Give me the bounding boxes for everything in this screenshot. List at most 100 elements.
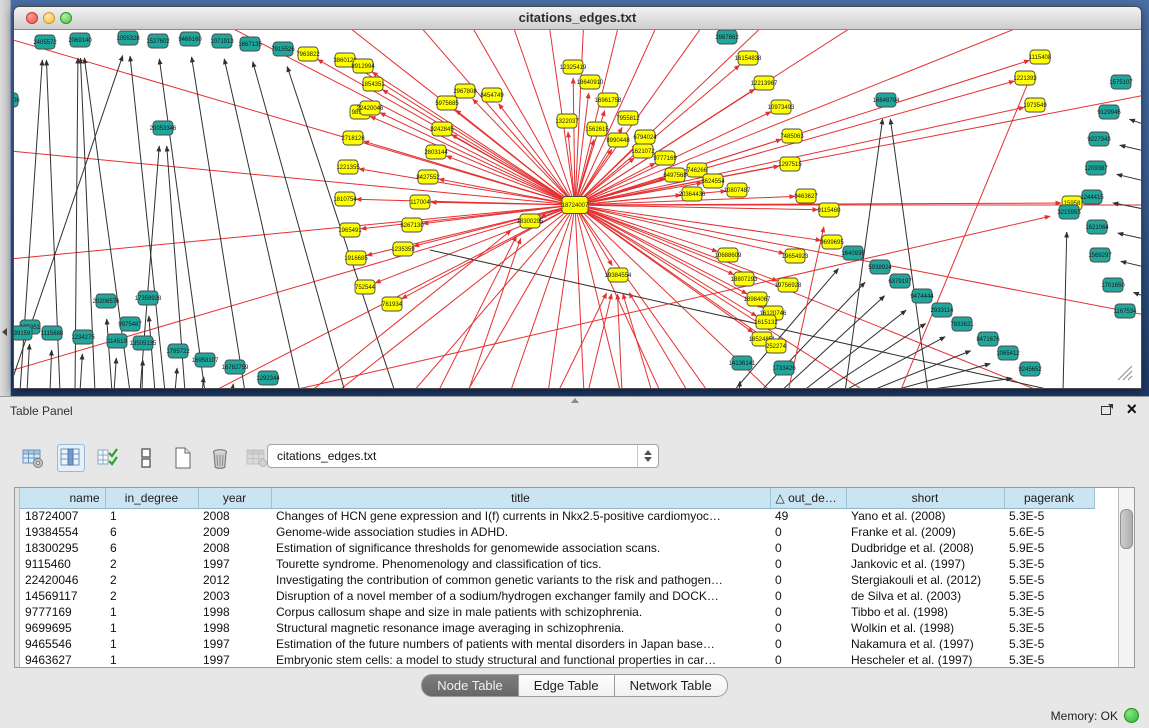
graph-node[interactable]: 39159 xyxy=(14,326,32,340)
graph-node[interactable]: 1916685 xyxy=(344,251,368,265)
tab-edge-table[interactable]: Edge Table xyxy=(519,674,615,697)
graph-node[interactable]: 1297515 xyxy=(778,157,802,171)
table-row[interactable]: 946554611997Estimation of the future num… xyxy=(20,636,1094,652)
new-table-icon[interactable] xyxy=(170,445,196,471)
column-header-title[interactable]: title xyxy=(271,488,770,508)
column-header-name[interactable]: name xyxy=(20,488,105,508)
row-height-icon[interactable] xyxy=(133,445,159,471)
graph-node[interactable]: 9474444 xyxy=(910,289,934,303)
graph-node[interactable]: 19384554 xyxy=(605,268,632,282)
graph-node[interactable]: 1733426 xyxy=(772,361,796,375)
graph-node[interactable]: 5938924 xyxy=(868,260,892,274)
table-row[interactable]: 1872400712008Changes of HCN gene express… xyxy=(20,508,1094,524)
graph-node[interactable]: 3215953 xyxy=(1057,205,1081,219)
column-header-short[interactable]: short xyxy=(846,488,1004,508)
graph-node[interactable]: 2718126 xyxy=(341,131,365,145)
graph-node[interactable]: 1640935 xyxy=(841,246,865,260)
graph-node[interactable]: 7955812 xyxy=(616,111,640,125)
graph-node[interactable]: 8454749 xyxy=(480,88,504,102)
graph-node[interactable]: 1527602 xyxy=(146,34,170,48)
graph-node[interactable]: 2987662 xyxy=(715,30,739,44)
graph-node[interactable]: 9227343 xyxy=(1087,132,1111,146)
graph-node[interactable]: 1221393 xyxy=(1013,71,1037,85)
graph-node[interactable]: 1854351 xyxy=(361,77,385,91)
collapse-arrow-icon[interactable] xyxy=(2,328,7,336)
graph-node[interactable]: 1973549 xyxy=(1023,98,1047,112)
graph-node[interactable]: 1244415 xyxy=(1080,190,1104,204)
graph-node[interactable]: 22420046 xyxy=(357,101,384,115)
graph-node[interactable]: 18984067 xyxy=(744,292,771,306)
graph-node[interactable]: 2967808 xyxy=(453,84,477,98)
column-header-year[interactable]: year xyxy=(198,488,271,508)
graph-node[interactable]: 5975685 xyxy=(435,96,459,110)
graph-node[interactable]: 7485063 xyxy=(780,129,804,143)
graph-node[interactable]: 8990448 xyxy=(606,133,630,147)
graph-node[interactable]: 18724007 xyxy=(562,197,589,214)
graph-node[interactable]: 16961758 xyxy=(595,93,622,107)
graph-node[interactable]: 2405572 xyxy=(33,35,57,49)
graph-node[interactable]: 14136141 xyxy=(729,356,756,370)
float-panel-icon[interactable] xyxy=(1101,404,1113,415)
graph-node[interactable]: 1965491 xyxy=(338,223,362,237)
graph-node[interactable]: 9466160 xyxy=(178,32,202,46)
graph-node[interactable]: 9245652 xyxy=(1018,362,1042,376)
graph-node[interactable]: 2053106 xyxy=(14,93,20,107)
graph-node[interactable]: 17359928 xyxy=(135,291,162,305)
column-header-in_degree[interactable]: in_degree xyxy=(105,488,198,508)
graph-node[interactable]: 752544 xyxy=(355,280,376,294)
graph-node[interactable]: 1575107 xyxy=(1109,75,1133,89)
column-header-pagerank[interactable]: pagerank xyxy=(1004,488,1094,508)
graph-node[interactable]: 114519 xyxy=(107,334,127,348)
graph-node[interactable]: 7963822 xyxy=(296,47,320,61)
side-panel-strip[interactable] xyxy=(0,0,11,396)
graph-node[interactable]: 9777169 xyxy=(653,151,677,165)
close-window-button[interactable] xyxy=(26,12,38,24)
zoom-window-button[interactable] xyxy=(60,12,72,24)
graph-node[interactable]: 16782759 xyxy=(222,360,249,374)
graph-node[interactable]: 1810754 xyxy=(333,192,357,206)
select-columns-icon[interactable] xyxy=(96,445,122,471)
table-row[interactable]: 1938455462009Genome-wide association stu… xyxy=(20,524,1094,540)
graph-node[interactable]: 1795722 xyxy=(166,344,190,358)
graph-node[interactable]: 1615132 xyxy=(754,315,778,329)
graph-node[interactable]: 6497568 xyxy=(663,168,687,182)
table-row[interactable]: 969969511998Structural magnetic resonanc… xyxy=(20,620,1094,636)
graph-node[interactable]: 9115460 xyxy=(818,203,842,217)
trash-icon[interactable] xyxy=(207,445,233,471)
graph-node[interactable]: 1667135 xyxy=(238,37,262,51)
graph-node[interactable]: 20206576 xyxy=(93,294,120,308)
graph-node[interactable]: 8267130 xyxy=(400,218,424,232)
graph-node[interactable]: 10807487 xyxy=(724,183,751,197)
table-row[interactable]: 977716911998Corpus callosum shape and si… xyxy=(20,604,1094,620)
graph-node[interactable]: 6794024 xyxy=(633,130,657,144)
graph-node[interactable]: 252274 xyxy=(766,339,787,353)
graph-node[interactable]: 16154838 xyxy=(735,51,762,65)
graph-node[interactable]: 1701650 xyxy=(1101,278,1125,292)
graph-node[interactable]: 6379197 xyxy=(888,274,912,288)
table-row[interactable]: 1830029562008Estimation of significance … xyxy=(20,540,1094,556)
network-canvas[interactable]: 2405572206914010553281527602946616010719… xyxy=(14,30,1141,388)
graph-node[interactable]: 1234275 xyxy=(71,330,95,344)
graph-node[interactable]: 8912994 xyxy=(351,59,375,73)
close-panel-icon[interactable]: × xyxy=(1126,398,1137,420)
graph-node[interactable]: 1209387 xyxy=(1084,161,1108,175)
graph-node[interactable]: 20053346 xyxy=(150,121,177,135)
graph-node[interactable]: 1621072 xyxy=(631,144,655,158)
table-row[interactable]: 1456911722003Disruption of a novel membe… xyxy=(20,588,1094,604)
column-header-out_de[interactable]: △ out_de… xyxy=(770,488,846,508)
graph-node[interactable]: 117004 xyxy=(410,195,430,209)
graph-node[interactable]: 1065412 xyxy=(996,346,1020,360)
vertical-scrollbar[interactable] xyxy=(1118,488,1134,667)
window-titlebar[interactable]: citations_edges.txt xyxy=(14,7,1141,30)
graph-node[interactable]: 1569297 xyxy=(1088,248,1112,262)
graph-node[interactable]: 1322037 xyxy=(555,114,579,128)
graph-node[interactable]: 1115408 xyxy=(1029,50,1052,64)
graph-node[interactable]: 8471676 xyxy=(976,332,1000,346)
show-column-icon[interactable] xyxy=(57,444,85,472)
table-row[interactable]: 911546021997Tourette syndrome. Phenomeno… xyxy=(20,556,1094,572)
graph-node[interactable]: 1071913 xyxy=(210,34,234,48)
graph-node[interactable]: 16648794 xyxy=(873,93,900,107)
graph-node[interactable]: 761934 xyxy=(382,297,403,311)
graph-node[interactable]: 1055328 xyxy=(116,31,140,45)
graph-node[interactable]: 3624554 xyxy=(701,174,725,188)
